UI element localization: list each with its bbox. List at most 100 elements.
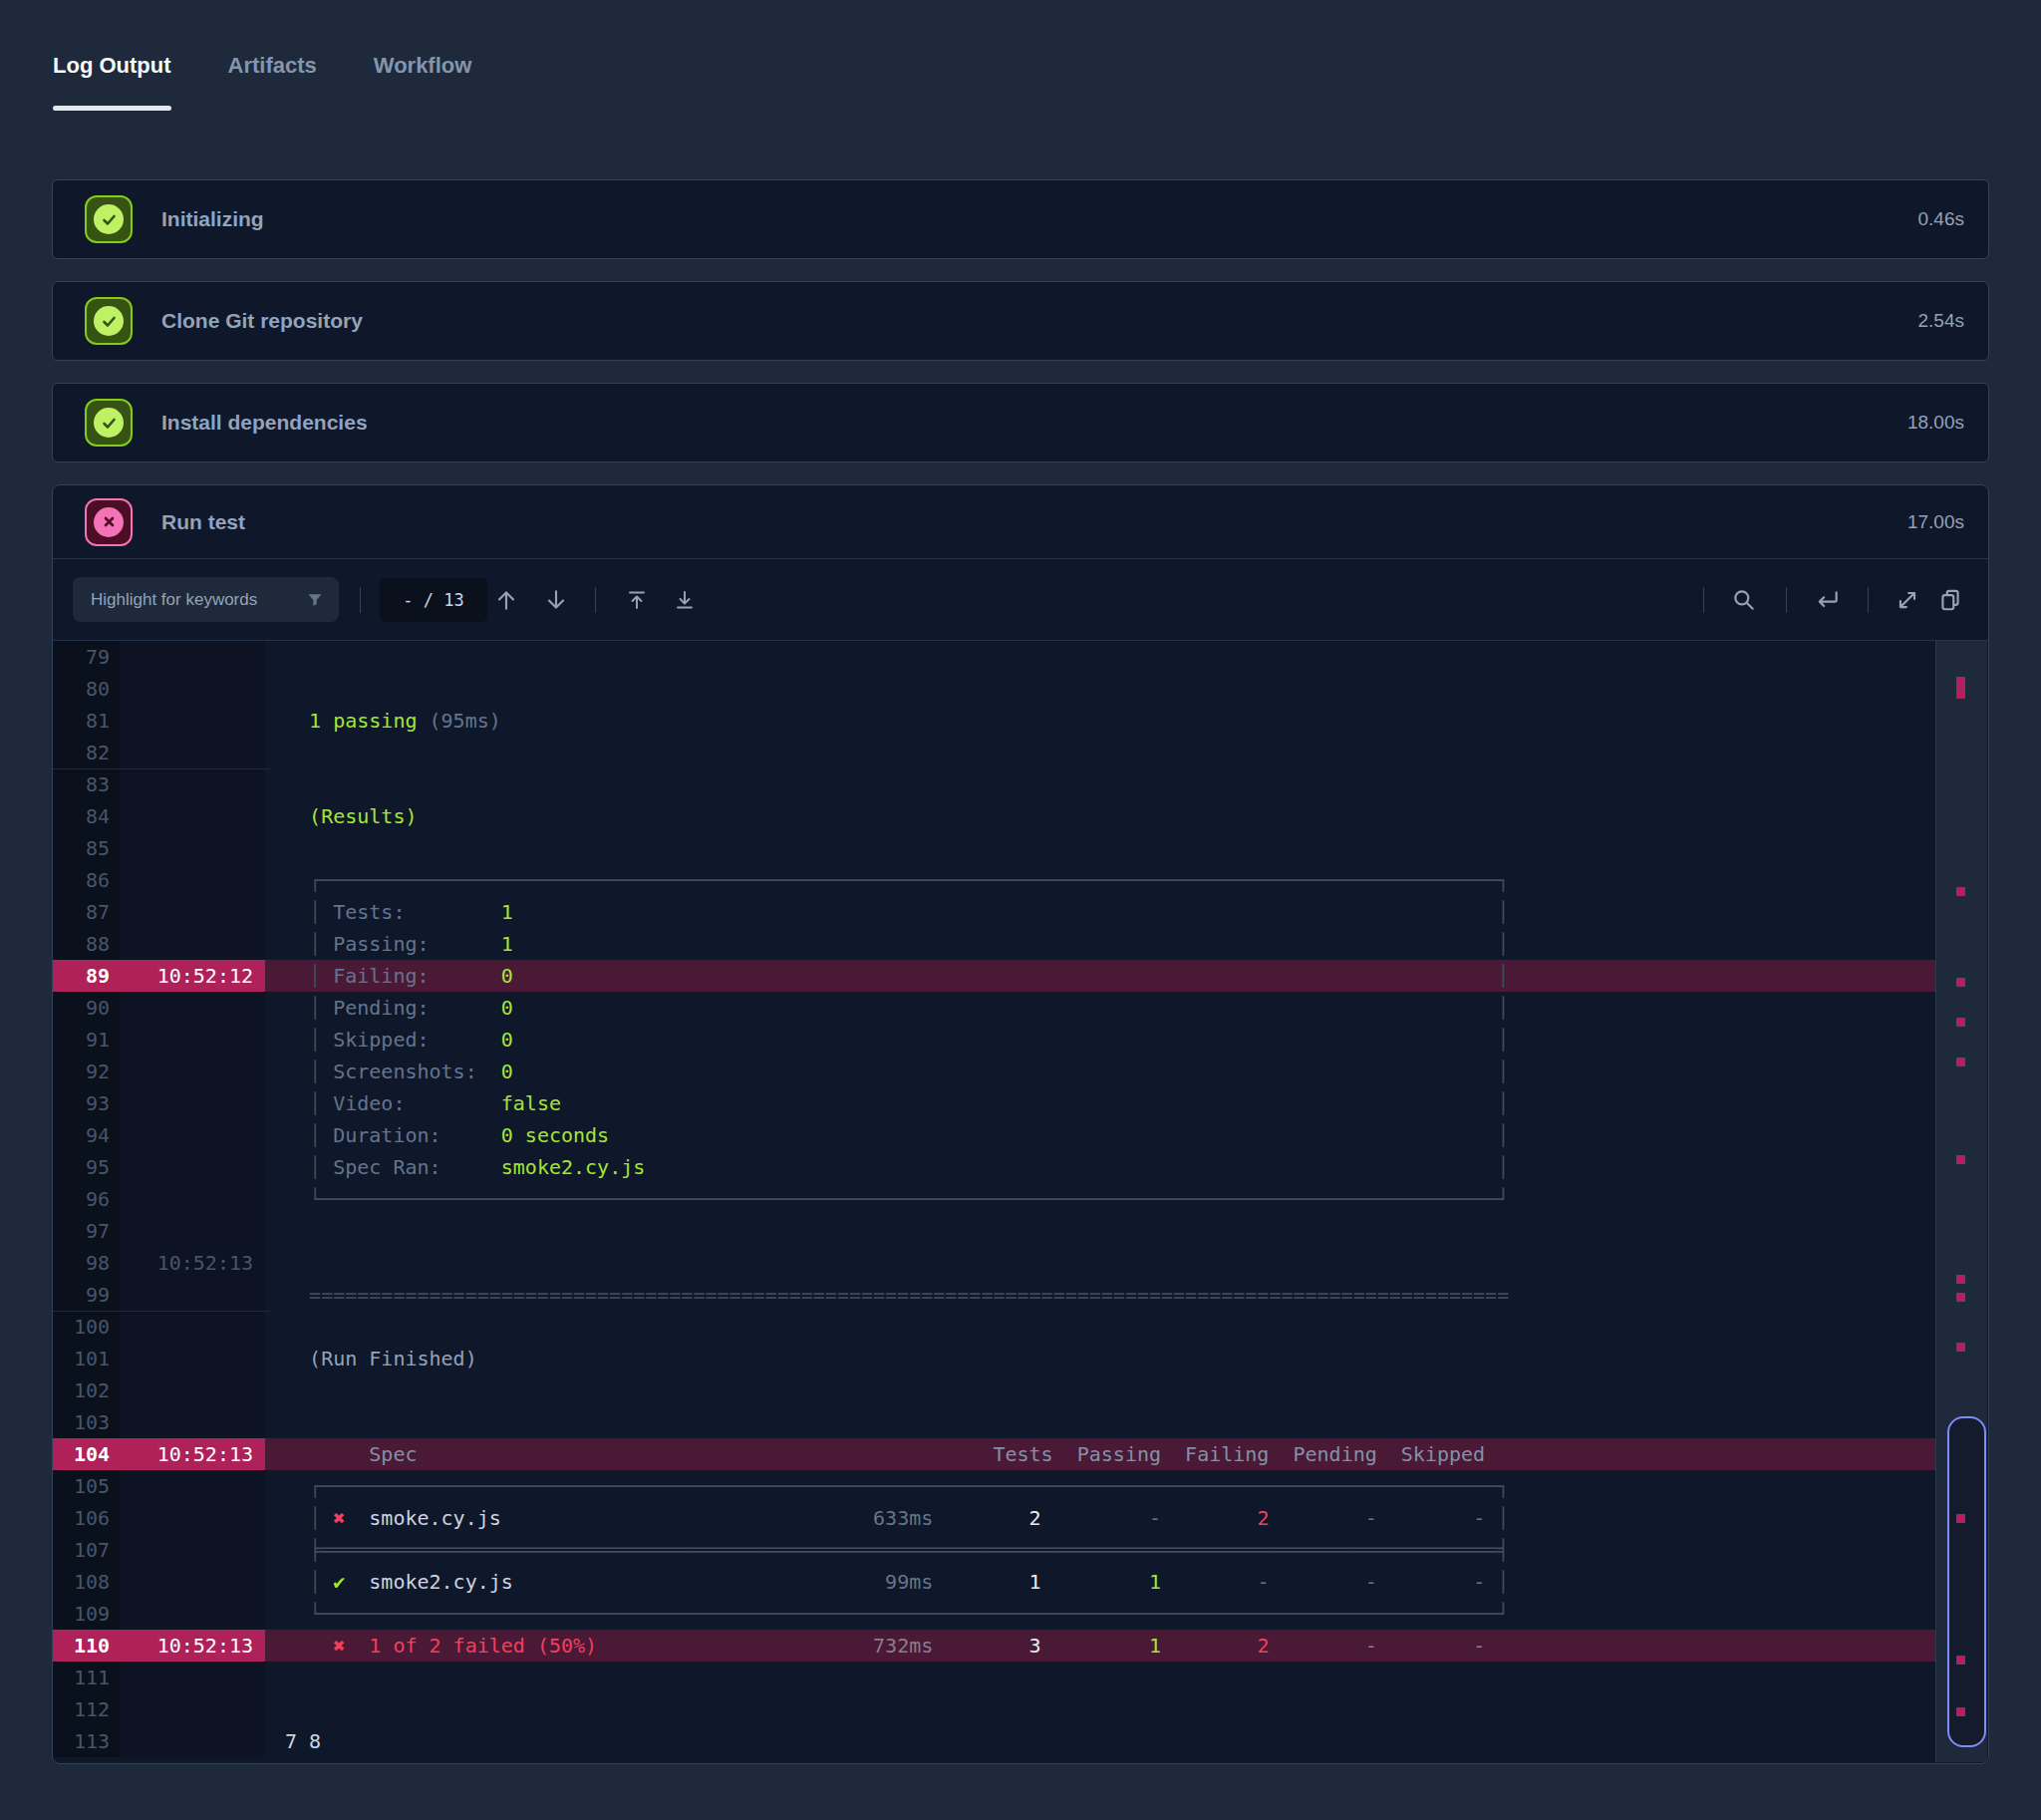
jump-to-bottom-icon xyxy=(673,588,697,612)
line-number: 111 xyxy=(53,1662,120,1693)
fullscreen-button[interactable] xyxy=(1890,582,1925,618)
log-line-111[interactable]: 111 xyxy=(53,1662,1988,1693)
line-number: 105 xyxy=(53,1470,120,1502)
log-line-83[interactable]: 83 xyxy=(53,768,1988,800)
log-line-87[interactable]: 87 │ Tests: 1 │ xyxy=(53,896,1988,928)
line-content: ========================================… xyxy=(265,1279,1935,1311)
line-content: ✖ 1 of 2 failed (50%) 732ms 3 1 2 - - xyxy=(265,1630,1935,1662)
log-line-105[interactable]: 105 ┌───────────────────────────────────… xyxy=(53,1470,1988,1502)
line-timestamp xyxy=(120,705,265,737)
log-line-106[interactable]: 106 │ ✖ smoke.cy.js 633ms 2 - 2 - - │ xyxy=(53,1502,1988,1534)
minimap-marker xyxy=(1956,887,1965,896)
line-content xyxy=(265,1311,1935,1343)
run-test-log-panel: Run test 17.00s Highlight for keywords -… xyxy=(52,484,1989,1764)
line-number: 98 xyxy=(53,1247,120,1279)
minimap-viewport-thumb[interactable] xyxy=(1947,1416,1986,1747)
log-line-91[interactable]: 91 │ Skipped: 0 │ xyxy=(53,1024,1988,1056)
tab-log-output[interactable]: Log Output xyxy=(53,53,171,111)
step-clone-git-repository[interactable]: Clone Git repository 2.54s xyxy=(52,281,1989,361)
log-line-109[interactable]: 109 └───────────────────────────────────… xyxy=(53,1598,1988,1630)
log-line-90[interactable]: 90 │ Pending: 0 │ xyxy=(53,992,1988,1024)
log-line-102[interactable]: 102 xyxy=(53,1374,1988,1406)
log-line-101[interactable]: 101 (Run Finished) xyxy=(53,1343,1988,1374)
line-timestamp xyxy=(120,1566,265,1598)
line-timestamp xyxy=(120,1024,265,1056)
line-timestamp xyxy=(120,1311,265,1343)
line-number: 103 xyxy=(53,1406,120,1438)
log-line-88[interactable]: 88 │ Passing: 1 │ xyxy=(53,928,1988,960)
log-line-92[interactable]: 92 │ Screenshots: 0 │ xyxy=(53,1056,1988,1087)
line-number: 86 xyxy=(53,864,120,896)
line-content: │ Spec Ran: smoke2.cy.js │ xyxy=(265,1151,1935,1183)
step-duration: 18.00s xyxy=(1907,412,1964,434)
log-line-107[interactable]: 107 ╞═══════════════════════════════════… xyxy=(53,1534,1988,1566)
log-line-86[interactable]: 86 ┌────────────────────────────────────… xyxy=(53,864,1988,896)
prev-match-button[interactable] xyxy=(488,582,524,618)
success-check-icon xyxy=(85,195,133,243)
search-button[interactable] xyxy=(1726,582,1762,618)
next-match-button[interactable] xyxy=(538,582,574,618)
log-line-93[interactable]: 93 │ Video: false │ xyxy=(53,1087,1988,1119)
line-content: │ Pending: 0 │ xyxy=(265,992,1935,1024)
minimap-marker xyxy=(1956,1058,1965,1066)
line-number: 102 xyxy=(53,1374,120,1406)
line-content: │ ✖ smoke.cy.js 633ms 2 - 2 - - │ xyxy=(265,1502,1935,1534)
line-number: 90 xyxy=(53,992,120,1024)
log-line-103[interactable]: 103 xyxy=(53,1406,1988,1438)
line-timestamp xyxy=(120,1598,265,1630)
log-line-113[interactable]: 1137 8 xyxy=(53,1725,1988,1757)
log-line-82[interactable]: 82 xyxy=(53,737,1988,768)
line-number: 107 xyxy=(53,1534,120,1566)
log-line-96[interactable]: 96 └────────────────────────────────────… xyxy=(53,1183,1988,1215)
log-line-104[interactable]: 10410:52:13 Spec Tests Passing Failing P… xyxy=(53,1438,1988,1470)
log-line-100[interactable]: 100 xyxy=(53,1311,1988,1343)
log-line-98[interactable]: 9810:52:13 xyxy=(53,1247,1988,1279)
line-content: Spec Tests Passing Failing Pending Skipp… xyxy=(265,1438,1935,1470)
log-group-separator xyxy=(53,1311,270,1312)
step-run-test[interactable]: Run test 17.00s xyxy=(53,485,1988,559)
log-line-85[interactable]: 85 xyxy=(53,832,1988,864)
keyword-filter-input[interactable]: Highlight for keywords xyxy=(73,577,339,622)
line-timestamp xyxy=(120,1056,265,1087)
line-number: 81 xyxy=(53,705,120,737)
step-install-dependencies[interactable]: Install dependencies 18.00s xyxy=(52,383,1989,462)
log-line-79[interactable]: 79 xyxy=(53,641,1988,673)
scroll-to-top-button[interactable] xyxy=(619,582,655,618)
line-number: 89 xyxy=(53,960,120,992)
log-line-81[interactable]: 81 1 passing (95ms) xyxy=(53,705,1988,737)
line-timestamp xyxy=(120,896,265,928)
line-timestamp xyxy=(120,1087,265,1119)
log-line-110[interactable]: 11010:52:13 ✖ 1 of 2 failed (50%) 732ms … xyxy=(53,1630,1988,1662)
line-content: 7 8 xyxy=(265,1725,1935,1757)
log-line-89[interactable]: 8910:52:12 │ Failing: 0 │ xyxy=(53,960,1988,992)
wrap-lines-button[interactable] xyxy=(1810,582,1846,618)
log-line-97[interactable]: 97 xyxy=(53,1215,1988,1247)
log-line-80[interactable]: 80 xyxy=(53,673,1988,705)
wrap-lines-icon xyxy=(1815,587,1841,613)
log-group-separator xyxy=(53,768,270,769)
step-title: Run test xyxy=(161,510,245,534)
scroll-to-bottom-button[interactable] xyxy=(667,582,703,618)
line-timestamp: 10:52:13 xyxy=(120,1630,265,1662)
log-line-95[interactable]: 95 │ Spec Ran: smoke2.cy.js │ xyxy=(53,1151,1988,1183)
toolbar-divider xyxy=(360,587,361,613)
log-line-84[interactable]: 84 (Results) xyxy=(53,800,1988,832)
line-content xyxy=(265,1693,1935,1725)
log-line-94[interactable]: 94 │ Duration: 0 seconds │ xyxy=(53,1119,1988,1151)
line-timestamp xyxy=(120,864,265,896)
step-initializing[interactable]: Initializing 0.46s xyxy=(52,179,1989,259)
line-content: ┌───────────────────────────────────────… xyxy=(265,864,1935,896)
line-timestamp xyxy=(120,832,265,864)
arrow-down-icon xyxy=(543,587,569,613)
line-number: 93 xyxy=(53,1087,120,1119)
tab-workflow[interactable]: Workflow xyxy=(374,53,472,111)
tab-artifacts[interactable]: Artifacts xyxy=(228,53,317,111)
line-content xyxy=(265,737,1935,768)
log-line-112[interactable]: 112 xyxy=(53,1693,1988,1725)
minimap-marker xyxy=(1956,1155,1965,1164)
copy-log-button[interactable] xyxy=(1932,582,1968,618)
failure-x-icon xyxy=(85,498,133,546)
log-line-108[interactable]: 108 │ ✔ smoke2.cy.js 99ms 1 1 - - - │ xyxy=(53,1566,1988,1598)
log-line-99[interactable]: 99 =====================================… xyxy=(53,1279,1988,1311)
line-number: 80 xyxy=(53,673,120,705)
